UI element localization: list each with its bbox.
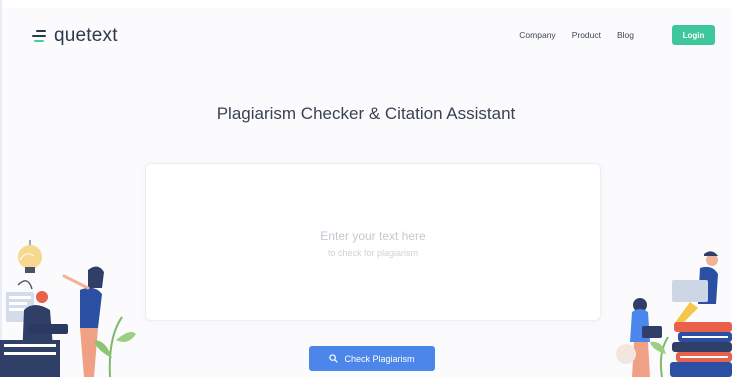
search-icon	[329, 354, 339, 363]
login-button[interactable]: Login	[672, 25, 715, 45]
nav-item-blog[interactable]: Blog	[617, 30, 634, 40]
logo-mark-icon	[32, 29, 48, 43]
right-illustration	[616, 251, 732, 377]
check-button-label: Check Plagiarism	[344, 353, 415, 364]
page-title: Plagiarism Checker & Citation Assistant	[216, 104, 516, 123]
nav-item-company[interactable]: Company	[519, 30, 555, 40]
left-illustration	[0, 240, 136, 377]
placeholder-line-2: to check for plagiarism	[327, 248, 419, 258]
nav-item-product[interactable]: Product	[572, 30, 601, 40]
top-strip	[0, 0, 732, 8]
lightbulb-icon	[18, 240, 42, 273]
placeholder-line-1: Enter your text here	[320, 229, 426, 243]
text-input-area[interactable]: Enter your text here to check for plagia…	[145, 163, 601, 321]
logo-text: quetext	[54, 25, 118, 46]
main-nav: Company Product Blog	[519, 30, 634, 40]
check-plagiarism-button[interactable]: Check Plagiarism	[309, 346, 435, 371]
brand-logo[interactable]: quetext	[32, 25, 118, 47]
